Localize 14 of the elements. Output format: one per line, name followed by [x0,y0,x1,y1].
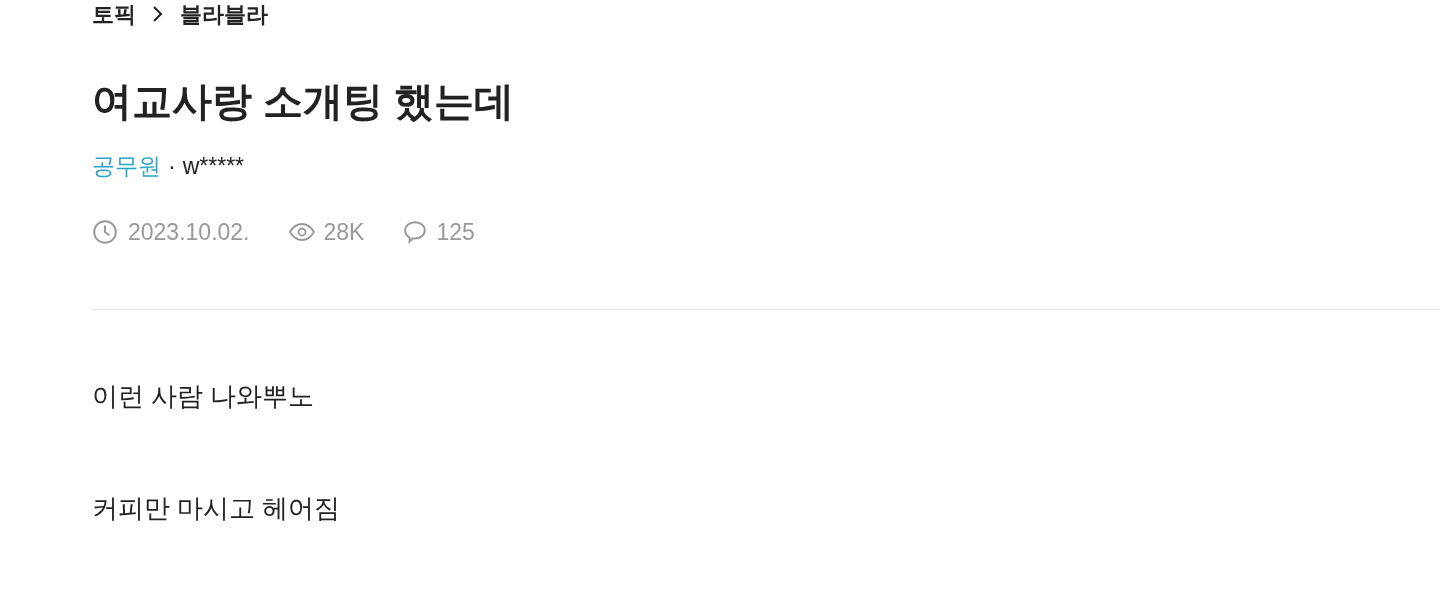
view-count: 28K [323,218,365,247]
eye-icon [287,221,316,243]
post-title: 여교사랑 소개팅 했는데 [92,78,516,125]
separator: · [168,152,176,181]
speech-bubble-icon [402,219,429,245]
breadcrumb-link[interactable]: 블라블라 [180,0,268,31]
chevron-right-icon [152,4,164,24]
author-name: w***** [182,152,245,181]
comment-count: 125 [436,218,475,247]
breadcrumb-link[interactable]: 토픽 [92,0,136,31]
body-paragraph: 이런 사람 나와뿌노 [92,380,316,412]
body-paragraph: 커피만 마시고 헤어짐 [92,492,342,524]
post-date: 2023.10.02. [128,218,250,247]
clock-icon [92,219,118,245]
